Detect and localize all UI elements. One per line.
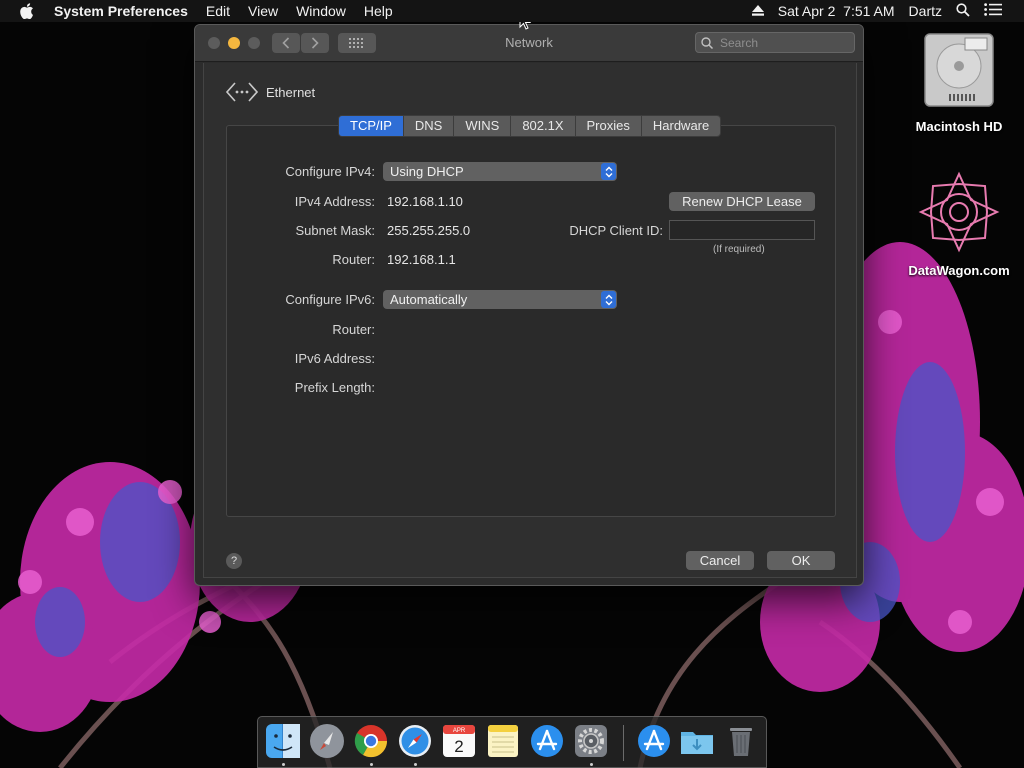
tab-wins[interactable]: WINS <box>454 116 512 136</box>
running-indicator <box>414 763 417 766</box>
configure-ipv4-value: Using DHCP <box>390 164 464 179</box>
ipv4-address-value: 192.168.1.10 <box>387 194 463 209</box>
search-input[interactable] <box>718 34 850 51</box>
running-indicator <box>282 763 285 766</box>
spotlight-search-icon[interactable] <box>956 2 970 20</box>
dhcp-client-id-label: DHCP Client ID: <box>569 223 663 238</box>
show-all-button[interactable] <box>338 33 376 53</box>
dhcp-client-id-hint: (If required) <box>713 244 765 255</box>
desktop-icon-datawagon[interactable]: DataWagon.com <box>904 170 1014 278</box>
search-field[interactable] <box>695 32 855 53</box>
desktop-icon-label: Macintosh HD <box>915 119 1003 134</box>
help-button[interactable]: ? <box>226 553 242 569</box>
configure-ipv6-label: Configure IPv6: <box>285 292 375 307</box>
dock-app-store[interactable] <box>529 723 565 759</box>
system-preferences-gear-icon <box>575 725 607 757</box>
menu-bar-status-area: Sat Apr 2 7:51 AM Dartz <box>738 0 1024 22</box>
ipv6-address-label: IPv6 Address: <box>294 351 375 366</box>
apple-menu-icon[interactable] <box>0 3 54 19</box>
configure-ipv6-value: Automatically <box>390 292 468 307</box>
trash-icon <box>730 728 752 756</box>
desktop-icon-macintosh-hd[interactable]: Macintosh HD <box>904 30 1014 134</box>
dock-launchpad[interactable] <box>309 723 345 759</box>
menu-help[interactable]: Help <box>355 3 402 19</box>
network-preferences-window: Network Ethernet TCP/IP DNS WINS 802.1X … <box>194 24 864 586</box>
prefix-length-label: Prefix Length: <box>294 380 375 395</box>
settings-tab-bar: TCP/IP DNS WINS 802.1X Proxies Hardware <box>338 115 722 137</box>
menu-edit[interactable]: Edit <box>197 3 239 19</box>
cancel-button[interactable]: Cancel <box>686 551 754 570</box>
tab-tcpip[interactable]: TCP/IP <box>339 116 404 136</box>
renew-dhcp-lease-button[interactable]: Renew DHCP Lease <box>669 192 815 211</box>
dock-app-store-recent[interactable] <box>636 723 672 759</box>
subnet-mask-label: Subnet Mask: <box>295 223 376 238</box>
select-arrows-icon <box>601 163 616 180</box>
menu-view[interactable]: View <box>239 3 287 19</box>
eject-icon[interactable] <box>751 3 764 19</box>
finder-icon <box>266 724 300 758</box>
calendar-icon: APR 2 <box>443 725 475 757</box>
search-icon <box>701 36 714 49</box>
ipv4-address-label: IPv4 Address: <box>294 194 375 209</box>
chevron-right-icon <box>311 37 319 49</box>
ethernet-icon <box>226 82 258 102</box>
running-indicator <box>590 763 593 766</box>
dhcp-client-id-field[interactable] <box>669 220 815 240</box>
hard-drive-icon <box>924 33 994 107</box>
chevron-left-icon <box>282 37 290 49</box>
dock-trash[interactable] <box>723 723 759 759</box>
window-titlebar[interactable]: Network <box>195 25 863 62</box>
dock-separator <box>623 725 624 761</box>
subnet-mask-value: 255.255.255.0 <box>387 223 471 238</box>
notification-center-icon[interactable] <box>984 3 1002 19</box>
select-arrows-icon <box>601 291 616 308</box>
safari-compass-icon <box>399 725 431 757</box>
ipv4-router-label: Router: <box>332 252 375 267</box>
window-close-button[interactable] <box>208 37 220 49</box>
menu-bar: System Preferences Edit View Window Help… <box>0 0 1024 22</box>
interface-header: Ethernet <box>226 81 315 103</box>
dock-chrome[interactable] <box>353 723 389 759</box>
menu-clock[interactable]: Sat Apr 2 7:51 AM <box>778 3 895 19</box>
dock-notes[interactable] <box>485 723 521 759</box>
notes-icon <box>488 725 518 757</box>
calendar-day: 2 <box>454 737 463 756</box>
menu-user-name[interactable]: Dartz <box>909 3 942 19</box>
ipv4-router-value: 192.168.1.1 <box>387 252 456 267</box>
tab-proxies[interactable]: Proxies <box>576 116 642 136</box>
grid-icon <box>349 38 363 48</box>
dock: APR 2 <box>257 716 767 768</box>
tab-8021x[interactable]: 802.1X <box>511 116 576 136</box>
pink-geometric-logo-icon <box>918 171 1000 253</box>
interface-name: Ethernet <box>266 84 316 100</box>
advanced-settings-sheet: Ethernet TCP/IP DNS WINS 802.1X Proxies … <box>203 63 857 578</box>
running-indicator <box>370 763 373 766</box>
ipv6-router-label: Router: <box>332 322 375 337</box>
back-button[interactable] <box>272 33 300 53</box>
tab-dns[interactable]: DNS <box>404 116 455 136</box>
launchpad-rocket-icon <box>310 724 344 758</box>
menu-app-name[interactable]: System Preferences <box>54 3 197 19</box>
downloads-folder-icon <box>681 732 713 754</box>
dock-calendar[interactable]: APR 2 <box>441 723 477 759</box>
configure-ipv6-select[interactable]: Automatically <box>383 290 617 309</box>
window-minimize-button[interactable] <box>228 37 240 49</box>
ok-button[interactable]: OK <box>767 551 835 570</box>
app-store-icon <box>638 725 670 757</box>
window-zoom-button[interactable] <box>248 37 260 49</box>
app-store-icon <box>531 725 563 757</box>
dock-downloads[interactable] <box>679 723 715 759</box>
configure-ipv4-label: Configure IPv4: <box>285 164 375 179</box>
menu-window[interactable]: Window <box>287 3 355 19</box>
dock-finder[interactable] <box>265 723 301 759</box>
tab-hardware[interactable]: Hardware <box>642 116 720 136</box>
calendar-month: APR <box>453 728 466 734</box>
chrome-icon <box>354 725 388 758</box>
desktop-icon-label: DataWagon.com <box>908 263 1010 278</box>
dock-system-preferences[interactable] <box>573 723 609 759</box>
configure-ipv4-select[interactable]: Using DHCP <box>383 162 617 181</box>
dock-safari[interactable] <box>397 723 433 759</box>
tcpip-panel: Configure IPv4: Using DHCP IPv4 Address:… <box>226 125 836 517</box>
forward-button[interactable] <box>301 33 329 53</box>
